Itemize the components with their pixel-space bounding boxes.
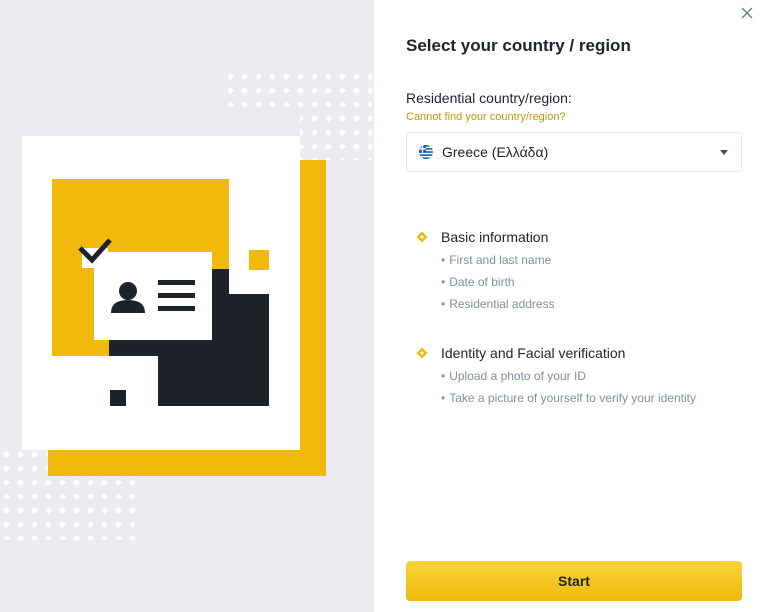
identity-verification-section: Identity and Facial verification Upload …: [416, 345, 696, 405]
id-verification-illustration: [0, 70, 372, 540]
selected-country-value: Greece (Ελλάδα): [442, 144, 549, 160]
caret-down-icon: [720, 150, 728, 155]
kyc-panel: Select your country / region Residential…: [374, 0, 768, 612]
diamond-bullet-icon: [416, 231, 428, 243]
list-item: Upload a photo of your ID: [441, 369, 696, 383]
cannot-find-country-link[interactable]: Cannot find your country/region?: [406, 111, 566, 123]
country-select[interactable]: Greece (Ελλάδα): [406, 132, 742, 172]
residential-country-label: Residential country/region:: [406, 90, 572, 106]
section-title: Basic information: [441, 229, 549, 245]
page-title: Select your country / region: [406, 36, 631, 55]
section-title: Identity and Facial verification: [441, 345, 626, 361]
start-button[interactable]: Start: [406, 561, 742, 601]
illustration-panel: [0, 0, 374, 612]
list-item: Date of birth: [441, 275, 555, 289]
list-item: First and last name: [441, 253, 555, 267]
diamond-bullet-icon: [416, 347, 428, 359]
greece-flag-icon: [419, 145, 433, 159]
close-icon[interactable]: [738, 4, 756, 22]
basic-information-section: Basic information First and last name Da…: [416, 229, 555, 311]
list-item: Take a picture of yourself to verify you…: [441, 391, 696, 405]
list-item: Residential address: [441, 297, 554, 311]
